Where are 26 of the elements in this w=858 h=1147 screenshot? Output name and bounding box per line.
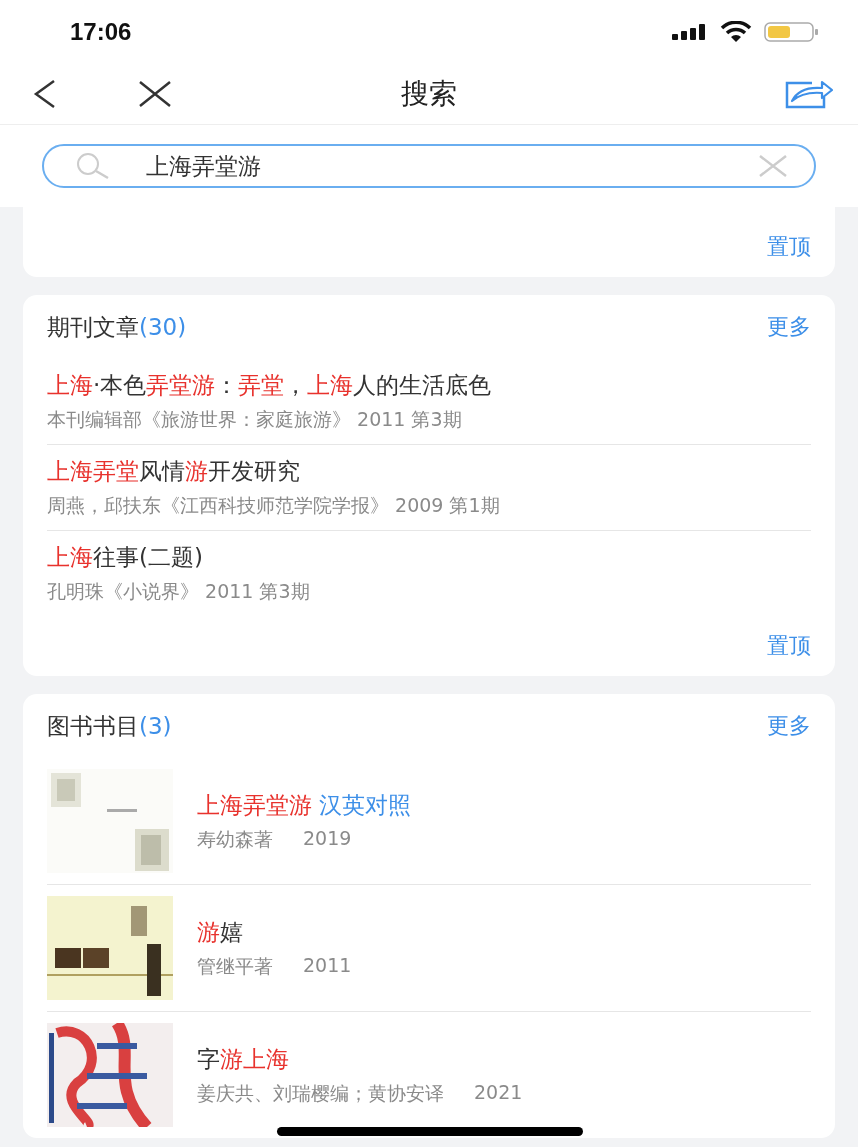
book-author: 寿幼森著 bbox=[197, 826, 273, 852]
book-title[interactable]: 上海弄堂游 汉英对照 bbox=[197, 789, 412, 821]
share-button[interactable] bbox=[784, 79, 834, 109]
article-title[interactable]: 上海弄堂风情游开发研究 bbox=[47, 456, 811, 487]
section-title: 期刊文章(30) bbox=[47, 312, 187, 342]
status-time: 17:06 bbox=[70, 18, 132, 46]
page-title: 搜索 bbox=[401, 76, 457, 112]
book-author: 管继平著 bbox=[197, 953, 273, 979]
section-title: 图书书目(3) bbox=[47, 711, 172, 741]
book-year: 2019 bbox=[303, 826, 352, 851]
book-title[interactable]: 字游上海 bbox=[197, 1043, 523, 1075]
book-year: 2011 bbox=[303, 953, 352, 978]
search-field[interactable]: 上海弄堂游 bbox=[42, 144, 816, 188]
article-meta: 本刊编辑部《旅游世界：家庭旅游》 2011 第3期 bbox=[47, 407, 462, 432]
article-title[interactable]: 上海·本色弄堂游：弄堂，上海人的生活底色 bbox=[47, 370, 811, 401]
book-author: 姜庆共、刘瑞樱编；黄协安译 bbox=[197, 1080, 444, 1106]
battery-icon bbox=[764, 22, 820, 42]
search-input[interactable]: 上海弄堂游 bbox=[144, 152, 758, 180]
wifi-icon bbox=[720, 21, 752, 43]
article-title[interactable]: 上海往事(二题) bbox=[47, 542, 811, 573]
close-button[interactable] bbox=[138, 81, 172, 107]
book-title[interactable]: 游嬉 bbox=[197, 916, 352, 948]
book-year: 2021 bbox=[474, 1080, 523, 1105]
article-meta: 孔明珠《小说界》 2011 第3期 bbox=[47, 579, 310, 604]
signal-icon bbox=[672, 24, 708, 40]
article-meta: 周燕，邱扶东《江西科技师范学院学报》 2009 第1期 bbox=[47, 493, 500, 518]
